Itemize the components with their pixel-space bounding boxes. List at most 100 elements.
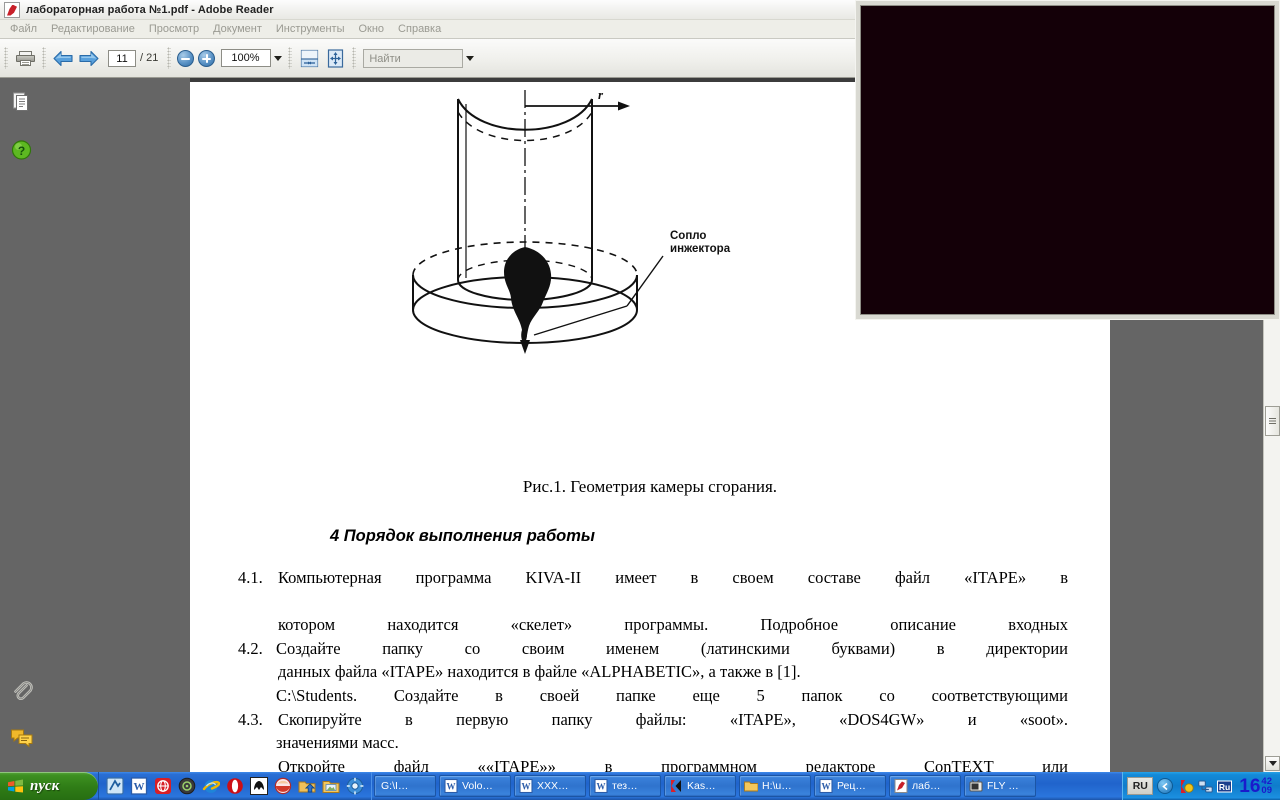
find-dropdown-button[interactable] [463, 49, 476, 67]
task-button-label: Рец… [837, 780, 866, 792]
taskbar-buttons: G:\I… W Volo… W XXX… W тез… Kas… H:\u… W… [371, 772, 1122, 800]
start-button[interactable]: пуск [0, 772, 98, 800]
toolbar-grip[interactable] [352, 47, 357, 69]
task-button-label: Volo… [462, 780, 493, 792]
tray-expand-button[interactable] [1157, 778, 1174, 794]
system-tray: RU Ru 16 42 09 [1122, 772, 1280, 800]
task-button[interactable]: лаб… [889, 775, 961, 797]
paragraph-line: Откройте файл ««ITAPE»» в программном ре… [278, 757, 1068, 772]
figure-callout-line2: инжектора [670, 243, 731, 255]
figure-callout-line1: Сопло [670, 230, 706, 242]
menu-item-file[interactable]: Файл [3, 20, 44, 38]
toolbar-grip[interactable] [4, 47, 8, 69]
zoom-in-button[interactable] [198, 49, 216, 67]
pages-panel-button[interactable] [10, 90, 34, 114]
blue-gear-icon[interactable] [346, 777, 364, 795]
printer-icon [15, 50, 35, 66]
word-icon: W [519, 779, 533, 793]
svg-text:W: W [522, 782, 531, 792]
paragraph-line: Создайте папку со своим именем (латински… [276, 639, 1068, 658]
navigation-rail: ? [0, 78, 44, 772]
find-input[interactable]: Найти [363, 48, 464, 68]
help-panel-button[interactable]: ? [10, 138, 34, 162]
opera-icon[interactable] [226, 777, 244, 795]
task-button[interactable]: Kas… [664, 775, 736, 797]
task-button[interactable]: W тез… [589, 775, 661, 797]
help-question-icon: ? [11, 140, 32, 160]
attachments-panel-button[interactable] [10, 678, 34, 702]
arrow-right-icon [79, 50, 99, 66]
fit-width-icon [300, 49, 318, 67]
dark-disc-icon[interactable] [178, 777, 196, 795]
task-button[interactable]: FLY … [964, 775, 1036, 797]
language-ru-tray-icon[interactable]: Ru [1217, 779, 1233, 794]
menu-item-edit[interactable]: Редактирование [44, 20, 142, 38]
red-globe-icon[interactable] [154, 777, 172, 795]
chevron-down-icon [1268, 761, 1277, 766]
task-button-label: тез… [612, 780, 638, 792]
task-button-label: H:\u… [762, 780, 792, 792]
menu-item-view[interactable]: Просмотр [142, 20, 206, 38]
checker-square-icon[interactable] [250, 777, 268, 795]
svg-text:W: W [822, 782, 831, 792]
photo-folder-icon[interactable] [322, 777, 340, 795]
page-number-input[interactable]: 11 [108, 49, 136, 67]
previous-page-button[interactable] [50, 45, 76, 71]
print-button[interactable] [12, 45, 38, 71]
zoom-dropdown-button[interactable] [271, 49, 284, 67]
task-button-label: Kas… [687, 780, 716, 792]
toolbar-grip[interactable] [167, 47, 172, 69]
vertical-scroll-thumb[interactable] [1265, 406, 1280, 436]
comments-bubble-icon [11, 729, 33, 748]
menu-item-tools[interactable]: Инструменты [269, 20, 352, 38]
blue-app-icon[interactable] [106, 777, 124, 795]
scroll-down-button[interactable] [1265, 756, 1280, 771]
task-button[interactable]: W Рец… [814, 775, 886, 797]
toolbar-grip[interactable] [288, 47, 293, 69]
start-button-label: пуск [30, 777, 60, 794]
language-indicator[interactable]: RU [1127, 777, 1154, 795]
comments-panel-button[interactable] [10, 726, 34, 750]
tv-icon [969, 779, 983, 792]
task-button[interactable]: G:\I… [374, 775, 436, 797]
internet-explorer-icon[interactable] [202, 777, 220, 795]
menu-item-help[interactable]: Справка [391, 20, 448, 38]
pdf-icon [894, 779, 908, 793]
word-icon: W [594, 779, 608, 793]
folder-arrow-icon[interactable] [298, 777, 316, 795]
red-sphere-icon[interactable] [274, 777, 292, 795]
pdf-document-icon [4, 1, 20, 18]
menu-item-document[interactable]: Документ [206, 20, 269, 38]
folder-icon [744, 781, 758, 792]
scroll-thumb-grip-icon [1269, 417, 1276, 425]
menu-item-window[interactable]: Окно [351, 20, 391, 38]
attachments-paperclip-icon [14, 681, 33, 700]
black-console-window[interactable] [855, 0, 1280, 320]
paragraph-4-3: 4.3. Скопируйте в первую папку файлы: «I… [238, 708, 1068, 772]
task-button-label: лаб… [912, 780, 941, 792]
task-button[interactable]: H:\u… [739, 775, 811, 797]
word-icon: W [444, 779, 458, 793]
next-page-button[interactable] [76, 45, 102, 71]
quick-launch-bar: W [98, 772, 371, 800]
kaspersky-icon [671, 780, 681, 792]
clock-seconds: 09 [1261, 785, 1272, 796]
task-button[interactable]: W XXX… [514, 775, 586, 797]
zoom-level-input[interactable]: 100% [221, 49, 272, 67]
page-total-label: / 21 [140, 52, 159, 64]
figure-axis-label: r [598, 87, 604, 102]
toolbar-grip[interactable] [42, 47, 46, 69]
fit-page-button[interactable] [322, 45, 348, 71]
console-output-area[interactable] [860, 5, 1275, 315]
clock-hours: 16 [1239, 775, 1261, 797]
chevron-down-icon [465, 55, 474, 61]
svg-text:W: W [597, 782, 606, 792]
task-button[interactable]: W Volo… [439, 775, 511, 797]
paragraph-line: Скопируйте в первую папку файлы: «ITAPE»… [278, 710, 1068, 729]
word-icon[interactable]: W [130, 777, 148, 795]
network-tray-icon[interactable] [1198, 779, 1213, 794]
zoom-out-button[interactable] [177, 49, 195, 67]
kaspersky-tray-icon[interactable] [1179, 779, 1194, 794]
fit-width-button[interactable] [296, 45, 322, 71]
system-clock[interactable]: 16 42 09 [1239, 775, 1272, 797]
